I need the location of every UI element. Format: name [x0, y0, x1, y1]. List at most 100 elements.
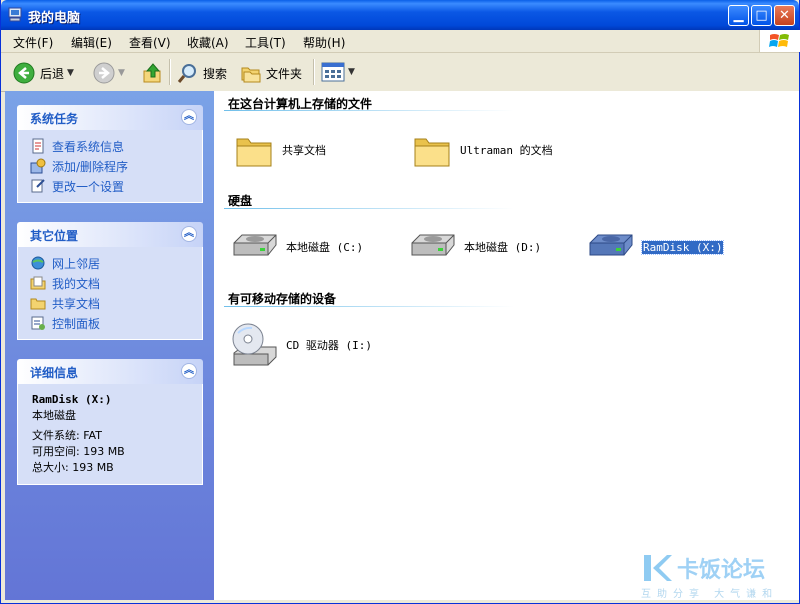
window-title: 我的电脑 [28, 11, 81, 26]
maximize-button[interactable]: □ [751, 5, 772, 26]
maximize-icon: □ [755, 8, 768, 23]
item-cd-drive-i[interactable]: CD 驱动器 (I:) [230, 321, 372, 369]
item-local-disk-d[interactable]: 本地磁盘 (D:) [408, 231, 541, 263]
item-label: 共享文档 [282, 144, 326, 157]
task-label: 更改一个设置 [52, 179, 125, 194]
task-label: 查看系统信息 [52, 139, 125, 154]
content-pane: 在这台计算机上存储的文件 共享文档 Ultraman 的文档 硬盘 本地磁盘 (… [214, 91, 799, 600]
item-label: 本地磁盘 (D:) [464, 241, 542, 254]
menu-file[interactable]: 文件(F) [13, 34, 53, 51]
place-my-documents[interactable]: 我的文档 [18, 273, 202, 293]
item-label-selected: RamDisk (X:) [640, 239, 725, 255]
group-removable-title: 有可移动存储的设备 [228, 292, 337, 306]
forward-dropdown-icon[interactable]: ▼ [118, 68, 125, 78]
toolbar-separator [169, 59, 171, 85]
search-label: 搜索 [203, 66, 228, 81]
windows-logo [759, 30, 800, 52]
forward-button[interactable]: ▼ [93, 62, 125, 84]
item-ramdisk-x[interactable]: RamDisk (X:) [586, 231, 725, 263]
cd-drive-icon [232, 323, 277, 366]
watermark-subtext: 互助分享 大气谦和 [641, 589, 779, 600]
collapse-icon[interactable]: ︽ [181, 109, 197, 125]
menu-favorites[interactable]: 收藏(A) [187, 34, 229, 51]
item-shared-documents[interactable]: 共享文档 [234, 131, 326, 169]
forward-arrow-icon [93, 62, 115, 84]
item-label: CD 驱动器 (I:) [286, 339, 372, 352]
place-label: 我的文档 [52, 276, 101, 291]
group-hard-disks-title: 硬盘 [228, 194, 253, 208]
group-divider [224, 208, 514, 209]
group-divider [224, 306, 514, 307]
back-label: 后退 [40, 66, 65, 81]
place-label: 控制面板 [52, 316, 101, 331]
menu-tools[interactable]: 工具(T) [245, 34, 286, 51]
hard-drive-selected-icon [589, 234, 633, 256]
task-pane: 系统任务 ︽ 查看系统信息 添加/删除程序 更改一个设置 其它位置 ︽ 网上邻居… [5, 91, 214, 600]
close-button[interactable]: ✕ [774, 5, 795, 26]
watermark-logo-icon [644, 555, 672, 581]
menu-view[interactable]: 查看(V) [129, 34, 171, 51]
place-label: 共享文档 [52, 296, 101, 311]
place-network[interactable]: 网上邻居 [18, 253, 202, 273]
title-bar[interactable]: 我的电脑 ▁ □ ✕ [1, 0, 799, 30]
group-divider [224, 110, 514, 111]
place-control-panel[interactable]: 控制面板 [18, 313, 202, 333]
toolbar-separator [313, 59, 315, 85]
place-shared-documents[interactable]: 共享文档 [18, 293, 202, 313]
item-label: 本地磁盘 (C:) [286, 241, 364, 254]
hard-drive-icon [233, 234, 277, 256]
system-tasks-header[interactable]: 系统任务 ︽ [17, 105, 203, 130]
add-remove-programs-icon [30, 158, 46, 174]
control-panel-icon [31, 316, 45, 330]
folders-label: 文件夹 [266, 66, 303, 81]
place-label: 网上邻居 [52, 256, 101, 271]
details-title: 详细信息 [30, 366, 79, 380]
other-places-body: 网上邻居 我的文档 共享文档 控制面板 [17, 247, 203, 340]
other-places-panel: 其它位置 ︽ 网上邻居 我的文档 共享文档 控制面板 [17, 222, 203, 340]
details-free-space: 可用空间: 193 MB [32, 445, 125, 458]
back-arrow-icon [13, 62, 35, 84]
menu-edit[interactable]: 编辑(E) [71, 34, 112, 51]
explorer-window: 我的电脑 ▁ □ ✕ 文件(F) 编辑(E) 查看(V) 收藏(A) 工具(T)… [0, 0, 800, 604]
folders-icon [241, 67, 261, 83]
windows-flag-icon [769, 34, 789, 47]
task-view-system-info[interactable]: 查看系统信息 [18, 136, 202, 156]
hard-drive-icon [411, 234, 455, 256]
collapse-icon[interactable]: ︽ [181, 226, 197, 242]
my-documents-icon [30, 276, 46, 290]
details-file-system: 文件系统: FAT [32, 429, 102, 442]
views-icon [321, 62, 345, 82]
details-body: RamDisk (X:) 本地磁盘 文件系统: FAT 可用空间: 193 MB… [17, 384, 203, 485]
details-header[interactable]: 详细信息 ︽ [17, 359, 203, 384]
search-button[interactable]: 搜索 [177, 62, 227, 84]
views-button[interactable]: ▼ [321, 62, 355, 82]
change-setting-icon [31, 179, 45, 193]
collapse-icon[interactable]: ︽ [181, 363, 197, 379]
minimize-button[interactable]: ▁ [728, 5, 749, 26]
folder-icon [414, 138, 450, 167]
network-places-icon [31, 256, 45, 270]
item-label: Ultraman 的文档 [460, 144, 553, 157]
watermark-text: 卡饭论坛 [677, 558, 766, 583]
back-button[interactable]: 后退 ▼ [13, 62, 74, 84]
item-ultraman-documents[interactable]: Ultraman 的文档 [412, 131, 553, 169]
menu-help[interactable]: 帮助(H) [303, 34, 345, 51]
close-icon: ✕ [779, 8, 790, 23]
my-computer-icon [8, 7, 22, 22]
task-change-setting[interactable]: 更改一个设置 [18, 176, 202, 196]
up-folder-icon [143, 63, 161, 83]
task-add-remove-programs[interactable]: 添加/删除程序 [18, 156, 202, 176]
other-places-header[interactable]: 其它位置 ︽ [17, 222, 203, 247]
folder-icon [236, 138, 272, 167]
back-dropdown-icon[interactable]: ▼ [67, 68, 74, 78]
system-tasks-title: 系统任务 [30, 112, 79, 126]
system-tasks-panel: 系统任务 ︽ 查看系统信息 添加/删除程序 更改一个设置 [17, 105, 203, 203]
system-tasks-body: 查看系统信息 添加/删除程序 更改一个设置 [17, 130, 203, 203]
shared-folder-icon [30, 298, 46, 310]
views-dropdown-icon[interactable]: ▼ [348, 67, 355, 77]
other-places-title: 其它位置 [30, 229, 79, 243]
up-button[interactable] [142, 62, 164, 84]
folders-button[interactable]: 文件夹 [240, 62, 302, 84]
item-local-disk-c[interactable]: 本地磁盘 (C:) [230, 231, 363, 263]
task-label: 添加/删除程序 [52, 159, 129, 174]
